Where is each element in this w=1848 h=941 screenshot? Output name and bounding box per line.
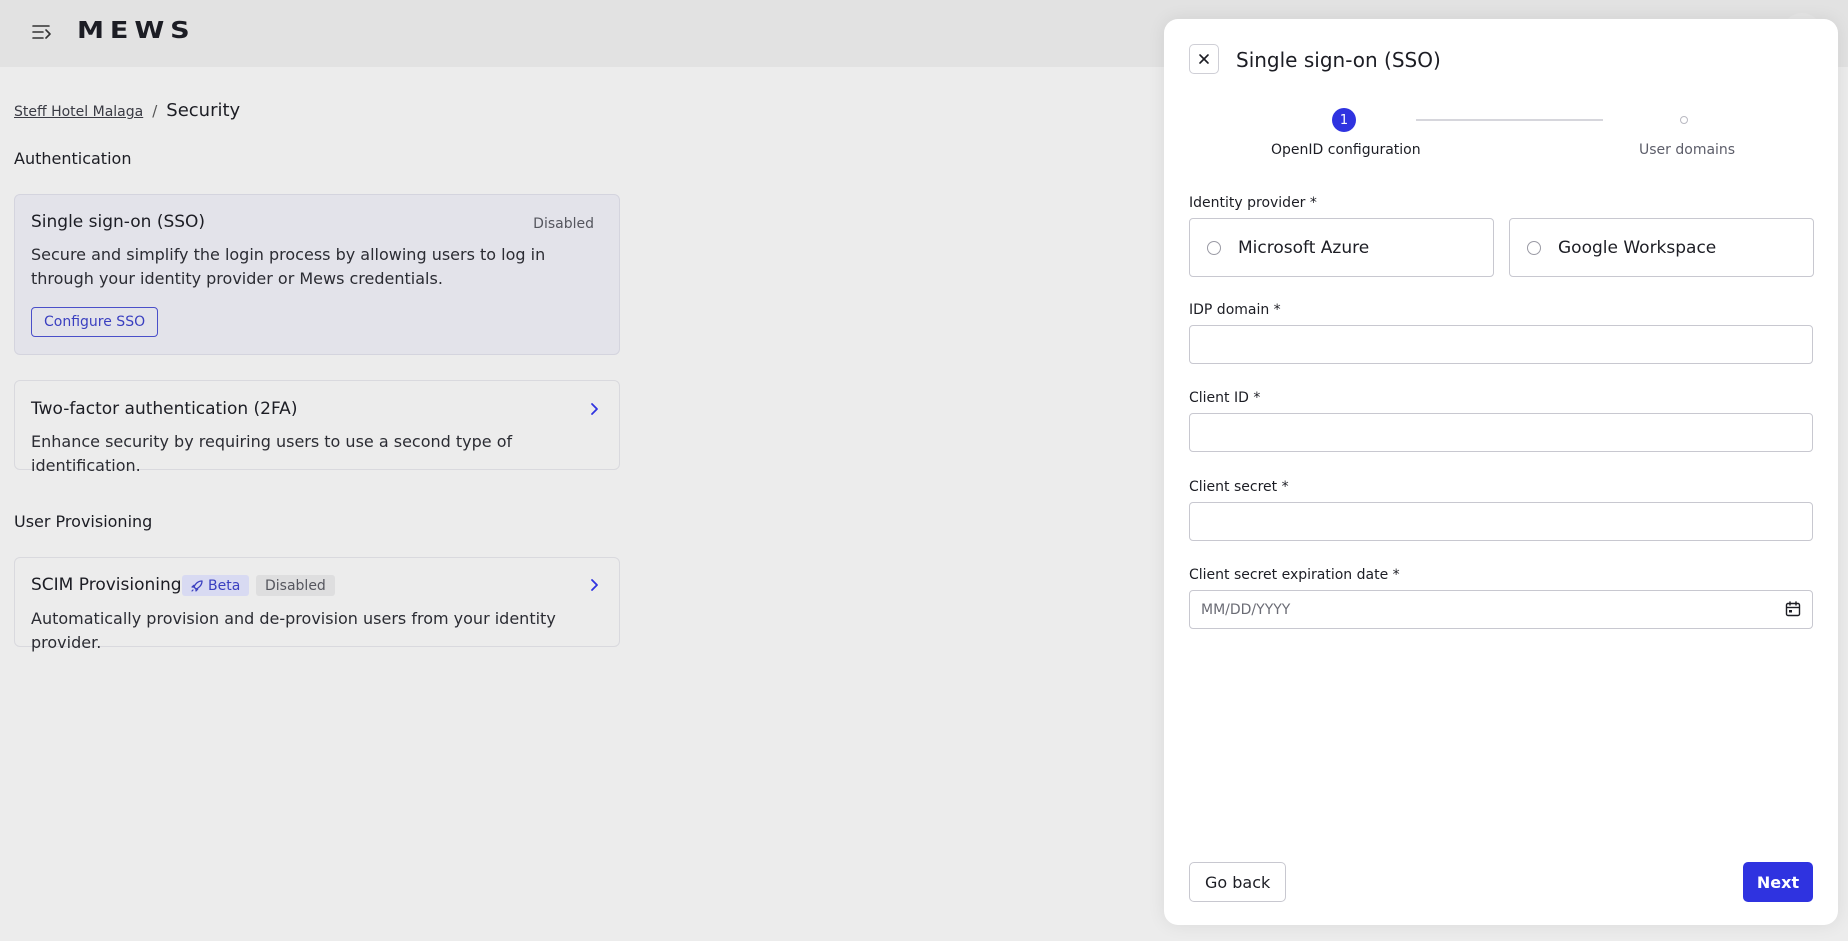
radio-circle[interactable] xyxy=(1527,240,1541,255)
expiration-date-label: Client secret expiration date * xyxy=(1189,567,1400,583)
scim-card[interactable]: SCIM Provisioning Beta Disabled Automati… xyxy=(14,557,620,652)
scim-status-badge: Disabled xyxy=(256,575,335,596)
client-id-label: Client ID * xyxy=(1189,390,1261,406)
twofa-card[interactable]: Two-factor authentication (2FA) Enhance … xyxy=(14,380,620,475)
step-1-indicator: 1 xyxy=(1332,108,1356,132)
sso-status: Disabled xyxy=(533,216,594,232)
calendar-icon[interactable] xyxy=(1784,600,1802,618)
page-title: Security xyxy=(166,100,241,121)
sso-config-panel: Single sign-on (SSO) 1 OpenID configurat… xyxy=(1164,19,1838,925)
radio-google-workspace[interactable]: Google Workspace xyxy=(1509,218,1814,277)
panel-title: Single sign-on (SSO) xyxy=(1236,48,1441,72)
next-button[interactable]: Next xyxy=(1743,862,1813,902)
step-2-indicator xyxy=(1680,116,1688,124)
rocket-icon xyxy=(191,579,203,592)
idp-domain-label: IDP domain * xyxy=(1189,302,1281,318)
configure-sso-button[interactable]: Configure SSO xyxy=(31,307,159,337)
twofa-card-description: Enhance security by requiring users to u… xyxy=(31,432,513,475)
identity-provider-label: Identity provider * xyxy=(1189,195,1317,211)
close-button[interactable] xyxy=(1189,44,1219,74)
beta-badge: Beta xyxy=(182,575,250,596)
breadcrumb-parent-link[interactable]: Steff Hotel Malaga xyxy=(14,104,143,120)
stepper-connector xyxy=(1416,119,1603,121)
twofa-card-title: Two-factor authentication (2FA) xyxy=(31,399,298,419)
client-secret-input[interactable] xyxy=(1189,502,1813,541)
radio-microsoft-azure[interactable]: Microsoft Azure xyxy=(1189,218,1494,277)
idp-domain-input[interactable] xyxy=(1189,325,1813,364)
step-2-label: User domains xyxy=(1639,142,1736,158)
chevron-right-icon[interactable] xyxy=(585,400,603,418)
expiration-date-input[interactable] xyxy=(1189,590,1813,629)
radio-label: Google Workspace xyxy=(1558,237,1717,258)
user-provisioning-heading: User Provisioning xyxy=(14,512,153,531)
menu-icon[interactable] xyxy=(30,22,54,42)
radio-label: Microsoft Azure xyxy=(1238,237,1370,258)
sso-card-description: Secure and simplify the login process by… xyxy=(31,245,546,288)
mews-logo[interactable]: MEWS xyxy=(77,18,196,44)
beta-badge-label: Beta xyxy=(208,577,241,594)
scim-card-title: SCIM Provisioning xyxy=(31,575,182,595)
sso-card: Single sign-on (SSO) Disabled Secure and… xyxy=(14,194,620,355)
breadcrumb: Steff Hotel Malaga / Security xyxy=(14,100,240,121)
authentication-heading: Authentication xyxy=(14,149,132,168)
step-1-label: OpenID configuration xyxy=(1271,142,1421,158)
radio-circle[interactable] xyxy=(1207,240,1221,255)
chevron-right-icon[interactable] xyxy=(585,576,603,594)
client-secret-label: Client secret * xyxy=(1189,479,1289,495)
sso-card-title: Single sign-on (SSO) xyxy=(31,212,206,232)
client-id-input[interactable] xyxy=(1189,413,1813,452)
close-icon xyxy=(1199,54,1209,64)
breadcrumb-separator: / xyxy=(152,102,158,120)
go-back-button[interactable]: Go back xyxy=(1189,862,1287,902)
scim-card-description: Automatically provision and de-provision… xyxy=(31,609,556,652)
